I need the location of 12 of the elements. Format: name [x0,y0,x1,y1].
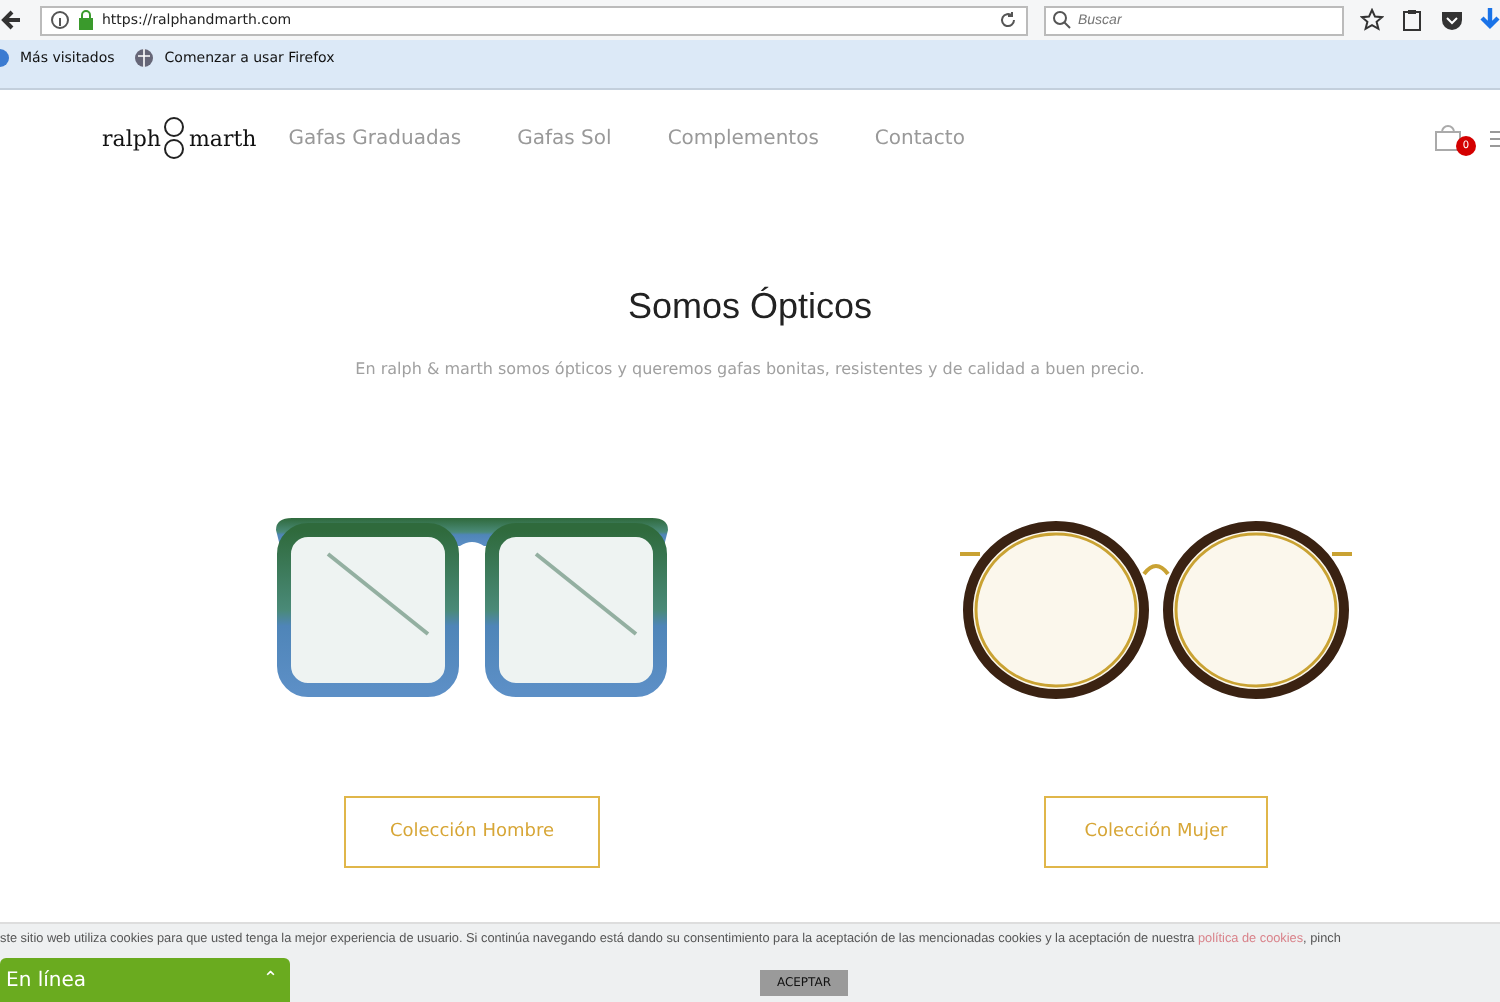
chevron-icon[interactable]: ⌃ [262,970,278,990]
nav-link[interactable]: Gafas Graduadas [288,127,462,149]
nav-link[interactable]: Gafas Sol [517,127,612,149]
nav-link[interactable]: Complementos [667,127,819,149]
logo[interactable]: ralph marth [102,116,257,160]
nav-link[interactable]: Contacto [874,127,965,149]
intro-text: En ralph & marth somos ópticos y queremos gafas bonitas, resistentes y de calidad a buen precio. [353,360,1147,378]
collection-button[interactable]: Colección Mujer [1044,796,1268,868]
chat-status-label: En línea [6,969,87,991]
page-heading: Somos Ópticos [625,286,875,328]
collection-button[interactable]: Colección Hombre [344,796,600,868]
chat-widget[interactable]: En línea ⌃ [0,958,290,1002]
